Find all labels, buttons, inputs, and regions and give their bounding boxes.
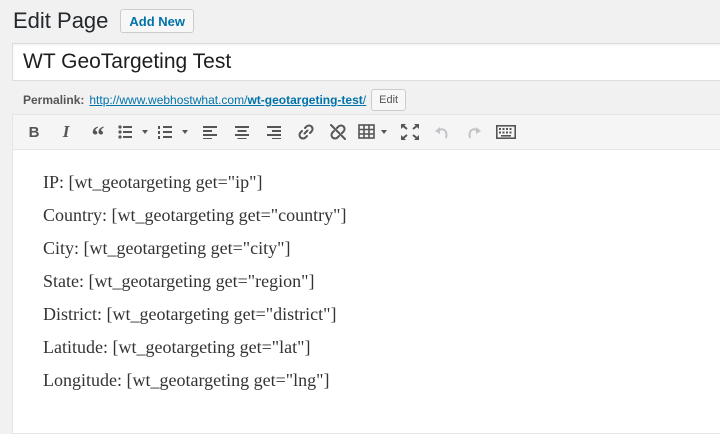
numbered-list-icon [158, 126, 188, 139]
insert-table-button[interactable] [357, 119, 391, 145]
remove-link-button[interactable] [325, 119, 351, 145]
blockquote-button[interactable]: “ [85, 119, 111, 149]
bulleted-list-button[interactable] [117, 119, 151, 145]
content-line-ip: IP: [wt_geotargeting get="ip"] [43, 172, 263, 192]
toolbar-toggle-button[interactable] [493, 119, 519, 145]
unlink-icon [330, 124, 346, 140]
page-header: Edit Page Add New [13, 7, 195, 35]
content-line-state: State: [wt_geotargeting get="region"] [43, 271, 315, 291]
undo-icon [435, 127, 448, 139]
permalink-row: Permalink: http://www.webhostwhat.com/wt… [23, 88, 407, 112]
undo-button[interactable] [429, 119, 455, 145]
page-title: Edit Page [13, 8, 109, 33]
numbered-list-button[interactable] [157, 119, 191, 145]
post-title-input[interactable] [12, 43, 720, 81]
content-line-city: City: [wt_geotargeting get="city"] [43, 238, 291, 258]
blockquote-icon: “ [91, 121, 105, 150]
editor-box: B I “ IP: [wt_geotargeting get="ip"] Cou… [12, 114, 720, 434]
keyboard-icon [496, 125, 516, 139]
content-line-country: Country: [wt_geotargeting get="country"] [43, 205, 347, 225]
insert-link-button[interactable] [293, 119, 319, 145]
align-left-button[interactable] [197, 119, 223, 145]
align-right-icon [267, 126, 281, 139]
content-line-latitude: Latitude: [wt_geotargeting get="lat"] [43, 337, 311, 357]
align-center-icon [235, 126, 249, 139]
permalink-label: Permalink: [23, 93, 85, 107]
bold-icon: B [28, 123, 40, 141]
content-line-longitude: Longitude: [wt_geotargeting get="lng"] [43, 370, 330, 390]
align-center-button[interactable] [229, 119, 255, 145]
permalink-base-url: http://www.webhostwhat.com/ [89, 93, 248, 107]
content-line-district: District: [wt_geotargeting get="district… [43, 304, 337, 324]
align-right-button[interactable] [261, 119, 287, 145]
permalink-slug: wt-geotargeting-test [247, 93, 363, 107]
align-left-icon [203, 126, 217, 139]
editor-content[interactable]: IP: [wt_geotargeting get="ip"] Country: … [13, 150, 720, 397]
fullscreen-button[interactable] [397, 119, 423, 145]
italic-icon: I [62, 122, 70, 141]
redo-icon [468, 127, 481, 139]
editor-toolbar: B I “ [13, 115, 720, 150]
permalink-edit-button[interactable]: Edit [371, 89, 407, 111]
permalink-trailing-slash: / [362, 93, 367, 107]
link-icon [298, 124, 314, 140]
italic-button[interactable]: I [53, 119, 79, 145]
bold-button[interactable]: B [21, 119, 47, 145]
add-new-button[interactable]: Add New [120, 9, 195, 33]
redo-button[interactable] [461, 119, 487, 145]
fullscreen-icon [401, 124, 419, 140]
table-icon [358, 124, 387, 139]
bulleted-list-icon [118, 125, 148, 139]
permalink-link[interactable]: http://www.webhostwhat.com/wt-geotargeti… [89, 93, 366, 107]
